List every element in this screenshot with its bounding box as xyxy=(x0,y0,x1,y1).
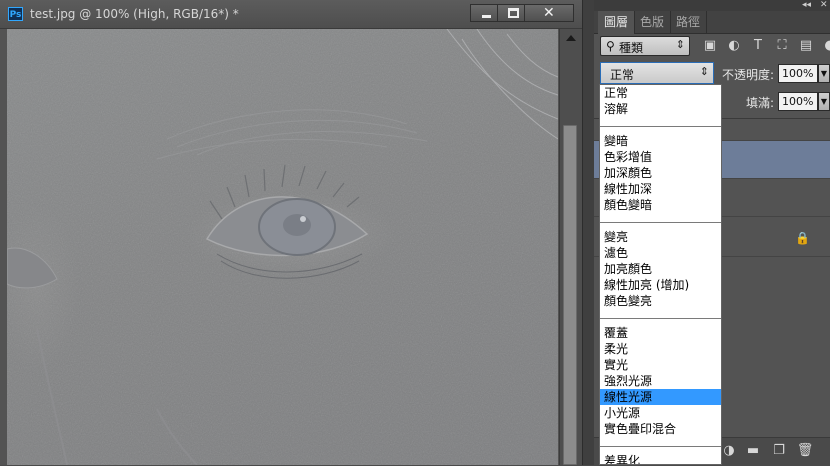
blend-option-lighten[interactable]: 變亮 xyxy=(600,229,721,245)
group-folder-icon[interactable]: ▬ xyxy=(744,442,762,460)
filter-toggle-icon[interactable]: ● xyxy=(822,38,830,54)
opacity-label: 不透明度: xyxy=(722,68,775,82)
shape-filter-icon[interactable]: ⛶ xyxy=(774,38,790,54)
filter-kind-label: 種類 xyxy=(619,41,644,55)
opacity-dropdown-icon[interactable]: ▼ xyxy=(818,64,830,83)
tab-channels[interactable]: 色版 xyxy=(634,11,672,33)
tab-paths[interactable]: 路徑 xyxy=(670,11,708,33)
blend-option-multiply[interactable]: 色彩增值 xyxy=(600,149,721,165)
blend-option-color-burn[interactable]: 加深顏色 xyxy=(600,165,721,181)
blend-option-normal[interactable]: 正常 xyxy=(600,85,721,101)
filter-kind-select[interactable]: ⚲ 種類 ⇕ xyxy=(600,36,690,56)
blend-mode-select[interactable]: 正常 ⇕ xyxy=(600,62,714,84)
fill-dropdown-icon[interactable]: ▼ xyxy=(818,92,830,111)
menu-separator xyxy=(600,446,721,447)
blend-mode-value: 正常 xyxy=(610,68,635,82)
document-vertical-scrollbar[interactable] xyxy=(559,29,582,465)
close-icon: ✕ xyxy=(543,5,555,21)
document-titlebar[interactable]: Ps test.jpg @ 100% (High, RGB/16*) * ✕ xyxy=(0,0,582,29)
fill-input[interactable]: 100% xyxy=(778,92,818,111)
blend-option-linear-burn[interactable]: 線性加深 xyxy=(600,181,721,197)
blend-option-linear-light[interactable]: 線性光源 xyxy=(600,389,721,405)
photoshop-icon: Ps xyxy=(8,7,23,21)
close-button[interactable]: ✕ xyxy=(524,4,574,22)
blend-option-darker-color[interactable]: 顏色變暗 xyxy=(600,197,721,213)
collapse-panel-icon[interactable]: ◂◂ xyxy=(802,0,811,10)
smart-object-filter-icon[interactable]: ▤ xyxy=(798,38,814,54)
menu-separator xyxy=(600,318,721,319)
type-filter-icon[interactable]: T xyxy=(750,38,766,54)
layer-filter-row: ⚲ 種類 ⇕ ▣ ◐ T ⛶ ▤ ● xyxy=(594,34,830,58)
blend-option-vivid-light[interactable]: 強烈光源 xyxy=(600,373,721,389)
blend-option-dissolve[interactable]: 溶解 xyxy=(600,101,721,117)
panel-close-icon[interactable]: ✕ xyxy=(820,0,828,10)
blend-option-soft-light[interactable]: 柔光 xyxy=(600,341,721,357)
new-layer-icon[interactable]: ❐ xyxy=(770,442,788,460)
tab-layers[interactable]: 圖層 xyxy=(598,11,636,34)
search-icon: ⚲ xyxy=(606,39,615,53)
blend-option-overlay[interactable]: 覆蓋 xyxy=(600,325,721,341)
lock-icon: 🔒 xyxy=(795,231,810,245)
image-filter-icon[interactable]: ▣ xyxy=(702,38,718,54)
blend-option-linear-dodge[interactable]: 線性加亮 (增加) xyxy=(600,277,721,293)
menu-separator xyxy=(600,126,721,127)
image-canvas[interactable] xyxy=(7,29,558,465)
blend-option-color-dodge[interactable]: 加亮顏色 xyxy=(600,261,721,277)
photo-high-pass-texture xyxy=(7,29,558,465)
blend-option-darken[interactable]: 變暗 xyxy=(600,133,721,149)
document-window: Ps test.jpg @ 100% (High, RGB/16*) * ✕ xyxy=(0,0,582,465)
adjustment-layer-icon[interactable]: ◑ xyxy=(720,442,738,460)
blend-option-screen[interactable]: 濾色 xyxy=(600,245,721,261)
panel-topbar: ◂◂ ✕ xyxy=(594,0,830,11)
updown-arrows-icon: ⇕ xyxy=(675,38,685,51)
blend-option-pin-light[interactable]: 小光源 xyxy=(600,405,721,421)
blend-option-hard-mix[interactable]: 實色疊印混合 xyxy=(600,421,721,437)
panel-tabs: 圖層 色版 路徑 xyxy=(594,11,830,34)
adjustment-filter-icon[interactable]: ◐ xyxy=(726,38,742,54)
blend-option-difference[interactable]: 差異化 xyxy=(600,453,721,464)
minimize-icon xyxy=(482,15,491,18)
opacity-input[interactable]: 100% xyxy=(778,64,818,83)
updown-arrows-icon: ⇕ xyxy=(699,65,709,78)
document-title: test.jpg @ 100% (High, RGB/16*) * xyxy=(30,7,239,21)
fill-label: 填滿: xyxy=(746,96,775,110)
scroll-up-arrow-icon[interactable] xyxy=(566,35,576,41)
scroll-thumb[interactable] xyxy=(563,125,577,465)
blend-option-lighter-color[interactable]: 顏色變亮 xyxy=(600,293,721,309)
blend-mode-dropdown: 正常 溶解 變暗 色彩增值 加深顏色 線性加深 顏色變暗 變亮 濾色 加亮顏色 … xyxy=(599,84,722,465)
blend-opacity-row: 正常 ⇕ 不透明度: 100% ▼ xyxy=(594,60,830,86)
trash-icon[interactable]: 🗑 xyxy=(796,442,814,460)
blend-option-hard-light[interactable]: 實光 xyxy=(600,357,721,373)
maximize-icon xyxy=(508,8,519,18)
panel-dock-gap xyxy=(582,0,594,465)
menu-separator xyxy=(600,222,721,223)
